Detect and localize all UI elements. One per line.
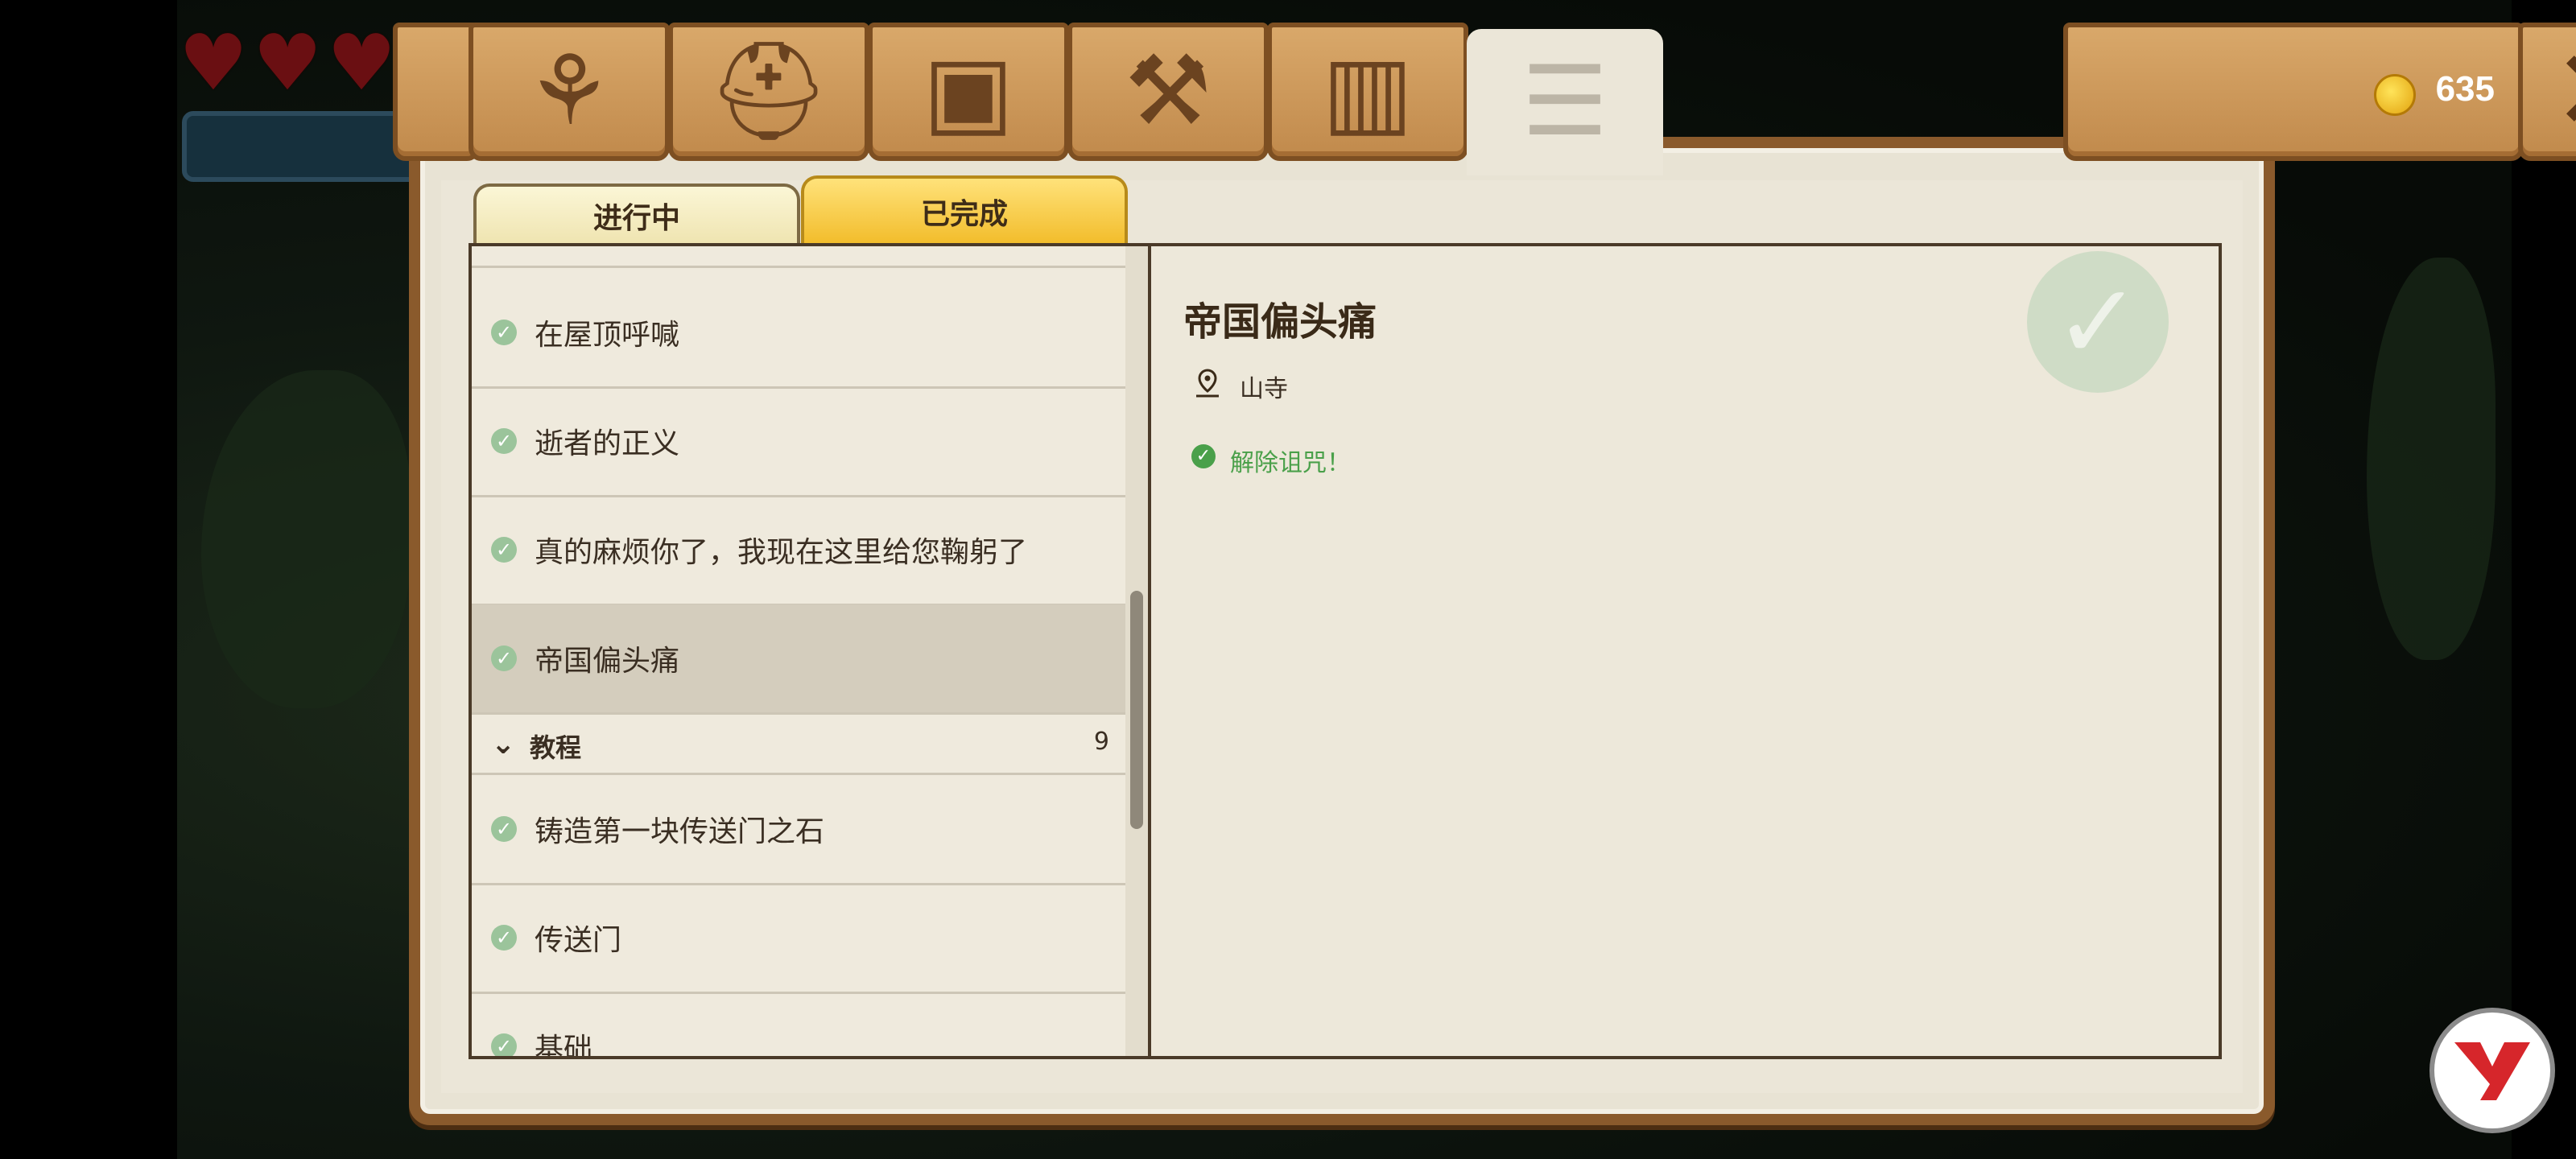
quest-label: 真的麻烦你了，我现在这里给您鞠躬了 xyxy=(535,536,1028,569)
quest-list[interactable]: ✓ 在屋顶呼喊 ✓ 逝者的正义 ✓ 真的麻烦你了，我现在这里给您鞠躬了 ✓ 帝国… xyxy=(469,243,1132,1059)
check-icon: ✓ xyxy=(491,428,517,454)
location-pin-icon xyxy=(1191,367,1224,399)
quest-detail: 帝国偏头痛 山寺 ✓ 解除诅咒！ ✓ xyxy=(1148,243,2222,1059)
tab-in-progress[interactable]: 进行中 xyxy=(473,184,800,245)
check-icon: ✓ xyxy=(491,925,517,951)
scroll-thumb[interactable] xyxy=(1130,591,1143,829)
map-icon: ▥ xyxy=(1322,35,1414,147)
tab-inventory[interactable]: ▣ xyxy=(868,23,1069,161)
check-icon: ✓ xyxy=(491,537,517,563)
skill-tree-icon: ⚘ xyxy=(526,35,613,147)
helmet-icon: ⛑ xyxy=(707,35,831,147)
bag-icon: ▣ xyxy=(923,35,1014,147)
hammer-icon: ⚒ xyxy=(1125,35,1212,147)
section-label: 教程 xyxy=(530,732,582,763)
section-header-tutorial[interactable]: ⌄ 教程 9 xyxy=(472,715,1129,775)
tab-skill-tree[interactable]: ⚘ xyxy=(469,23,670,161)
coin-count: 635 xyxy=(2435,69,2495,109)
close-icon: ✕ xyxy=(2552,35,2576,148)
tab-crafting[interactable]: ⚒ xyxy=(1067,23,1269,161)
section-count: 9 xyxy=(1093,728,1109,756)
list-item[interactable]: ✓ 基础 xyxy=(472,992,1129,1059)
tab-map[interactable]: ▥ xyxy=(1267,23,1468,161)
check-icon: ✓ xyxy=(491,645,517,671)
tab-equipment[interactable]: ⛑ xyxy=(668,23,869,161)
tab-quests[interactable]: ☰ xyxy=(1467,29,1663,175)
quest-title: 帝国偏头痛 xyxy=(1183,299,1377,344)
top-tab-bar: ⚘ ⛑ ▣ ⚒ ▥ ☰ 635 ✕ xyxy=(393,23,2576,175)
check-icon: ✓ xyxy=(491,1033,517,1056)
list-item[interactable]: ✓ 铸造第一块传送门之石 xyxy=(472,775,1129,885)
close-button[interactable]: ✕ xyxy=(2518,23,2576,161)
check-icon: ✓ xyxy=(491,816,517,842)
quest-label: 在屋顶呼喊 xyxy=(535,319,680,352)
tab-completed[interactable]: 已完成 xyxy=(801,175,1128,245)
heart-icon: ♥ xyxy=(253,18,323,108)
check-icon: ✓ xyxy=(491,320,517,345)
list-item[interactable]: ✓ 传送门 xyxy=(472,884,1129,994)
quest-location: 山寺 xyxy=(1240,375,1288,403)
coin-icon xyxy=(2374,74,2416,116)
quest-label: 传送门 xyxy=(535,924,622,957)
heart-icon: ♥ xyxy=(327,18,397,108)
list-item[interactable]: ✓ 真的麻烦你了，我现在这里给您鞠躬了 xyxy=(472,496,1129,606)
list-item[interactable] xyxy=(472,246,1129,268)
list-item[interactable]: ✓ 逝者的正义 xyxy=(472,387,1129,497)
tab-edge xyxy=(393,23,480,161)
quest-label: 逝者的正义 xyxy=(535,427,680,460)
chevron-down-icon: ⌄ xyxy=(491,728,516,761)
quest-label: 基础 xyxy=(535,1033,593,1059)
heart-icon: ♥ xyxy=(179,18,249,108)
quest-objective: 解除诅咒！ xyxy=(1230,449,1351,477)
quest-label: 帝国偏头痛 xyxy=(535,645,680,678)
list-item[interactable]: ✓ 在屋顶呼喊 xyxy=(472,278,1129,389)
scroll-icon: ☰ xyxy=(1521,46,1608,158)
list-item-selected[interactable]: ✓ 帝国偏头痛 xyxy=(472,604,1129,715)
app-logo[interactable] xyxy=(2429,1008,2555,1133)
logo-icon xyxy=(2454,1042,2530,1100)
currency-display: 635 xyxy=(2063,23,2524,161)
health-hearts: ♥ ♥ ♥ xyxy=(179,18,397,108)
quest-label: 铸造第一块传送门之石 xyxy=(535,815,825,848)
objective-check-icon: ✓ xyxy=(1191,444,1216,468)
completed-check-icon: ✓ xyxy=(2027,251,2169,393)
